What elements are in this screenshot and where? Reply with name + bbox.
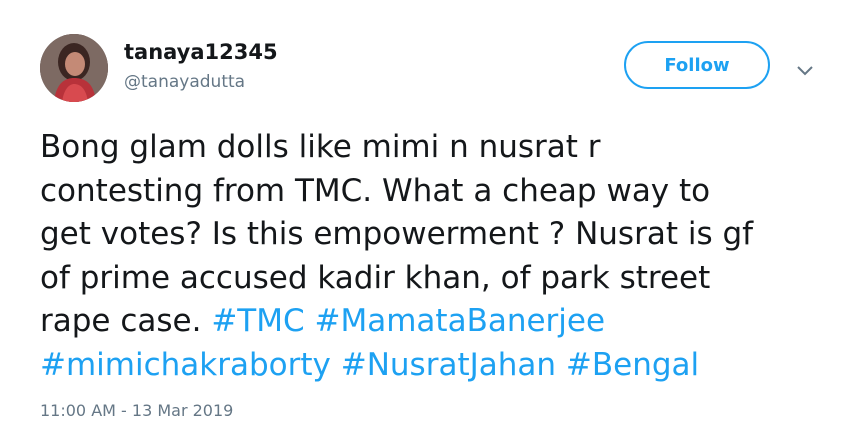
- profile-photo-icon: [40, 34, 108, 102]
- tweet-line-text: rape case.: [40, 303, 212, 339]
- hashtag-link[interactable]: #MamataBanerjee: [315, 303, 606, 339]
- avatar[interactable]: [40, 34, 108, 102]
- tweet-timestamp[interactable]: 11:00 AM - 13 Mar 2019: [40, 401, 233, 420]
- hashtag-link[interactable]: #NusratJahan: [341, 347, 556, 383]
- tweet-line: of prime accused kadir khan, of park str…: [40, 259, 711, 296]
- hashtag-link[interactable]: #mimichakraborty: [40, 347, 331, 383]
- hashtag-link[interactable]: #Bengal: [566, 347, 699, 383]
- tweet-line: get votes? Is this empowerment ? Nusrat …: [40, 216, 754, 252]
- tweet-line: contesting from TMC. What a cheap way to: [40, 172, 711, 209]
- tweet-text: Bong glam dolls like mimi n nusrat r con…: [40, 126, 830, 387]
- follow-button[interactable]: Follow: [624, 41, 770, 89]
- chevron-down-icon[interactable]: [796, 62, 814, 76]
- tweet-line: #mimichakraborty #NusratJahan #Bengal: [40, 344, 830, 388]
- tweet-line: Bong glam dolls like mimi n nusrat r: [40, 129, 601, 165]
- tweet-line: rape case. #TMC #MamataBanerjee: [40, 300, 830, 344]
- user-handle[interactable]: @tanayadutta: [124, 72, 245, 92]
- hashtag-link[interactable]: #TMC: [211, 303, 304, 339]
- user-display-name[interactable]: tanaya12345: [124, 40, 278, 64]
